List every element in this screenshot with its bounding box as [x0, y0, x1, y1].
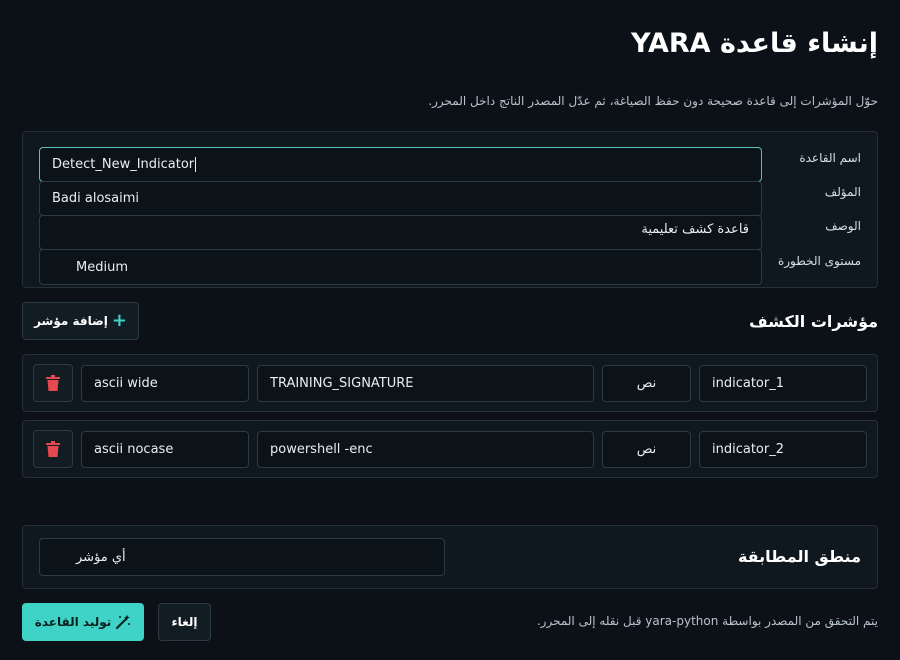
indicator-value-input[interactable]: TRAINING_SIGNATURE — [257, 365, 594, 402]
matching-section-title: منطق المطابقة — [737, 547, 861, 566]
indicator-value: TRAINING_SIGNATURE — [270, 376, 414, 391]
matching-logic-select[interactable]: أي مؤشر — [39, 538, 445, 576]
severity-select[interactable]: Medium — [39, 249, 762, 285]
indicator-name-input[interactable]: indicator_2 — [699, 431, 867, 468]
author-label: المؤلف — [824, 185, 861, 199]
severity-value: Medium — [76, 259, 128, 275]
description-input[interactable]: قاعدة كشف تعليمية — [39, 215, 762, 250]
generate-rule-button[interactable]: توليد القاعدة — [22, 603, 144, 641]
severity-label: مستوى الخطورة — [777, 254, 861, 268]
delete-indicator-button[interactable] — [33, 364, 73, 402]
indicator-type-value: نص — [636, 376, 657, 391]
delete-indicator-button[interactable] — [33, 430, 73, 468]
trash-icon — [46, 441, 60, 457]
add-indicator-label: إضافة مؤشر — [34, 314, 108, 328]
text-caret — [195, 157, 197, 172]
cancel-label: إلغاء — [171, 615, 198, 629]
indicator-type-value: نص — [636, 442, 657, 457]
rule-name-label: اسم القاعدة — [799, 151, 861, 165]
author-input[interactable]: Badi alosaimi — [39, 181, 762, 216]
matching-logic-value: أي مؤشر — [76, 549, 126, 565]
indicator-name-value: indicator_2 — [712, 442, 784, 457]
indicator-type-select[interactable]: نص — [602, 431, 691, 468]
cancel-button[interactable]: إلغاء — [158, 603, 211, 641]
magic-wand-icon — [116, 614, 131, 629]
description-value: قاعدة كشف تعليمية — [641, 222, 749, 237]
plus-icon: + — [111, 310, 127, 331]
indicator-modifiers-value: ascii wide — [94, 376, 158, 391]
indicator-value-input[interactable]: powershell -enc — [257, 431, 594, 468]
description-label: الوصف — [825, 219, 861, 233]
indicator-value: powershell -enc — [270, 442, 373, 457]
indicators-section-title: مؤشرات الكشف — [749, 312, 878, 331]
indicator-name-input[interactable]: indicator_1 — [699, 365, 867, 402]
indicator-modifiers-value: ascii nocase — [94, 442, 174, 457]
add-indicator-button[interactable]: + إضافة مؤشر — [22, 302, 139, 340]
rule-name-input[interactable]: Detect_New_Indicator — [39, 147, 762, 182]
page-title: إنشاء قاعدة YARA — [631, 28, 878, 59]
author-value: Badi alosaimi — [52, 191, 140, 206]
indicator-name-value: indicator_1 — [712, 376, 784, 391]
validation-note: يتم التحقق من المصدر بواسطة yara-python … — [536, 614, 878, 628]
generate-rule-label: توليد القاعدة — [34, 615, 112, 629]
indicator-type-select[interactable]: نص — [602, 365, 691, 402]
page-subtitle: حوّل المؤشرات إلى قاعدة صحيحة دون حفظ ال… — [428, 94, 878, 108]
indicator-modifiers-input[interactable]: ascii wide — [81, 365, 249, 402]
indicator-modifiers-input[interactable]: ascii nocase — [81, 431, 249, 468]
trash-icon — [46, 375, 60, 391]
rule-name-value: Detect_New_Indicator — [52, 157, 195, 172]
